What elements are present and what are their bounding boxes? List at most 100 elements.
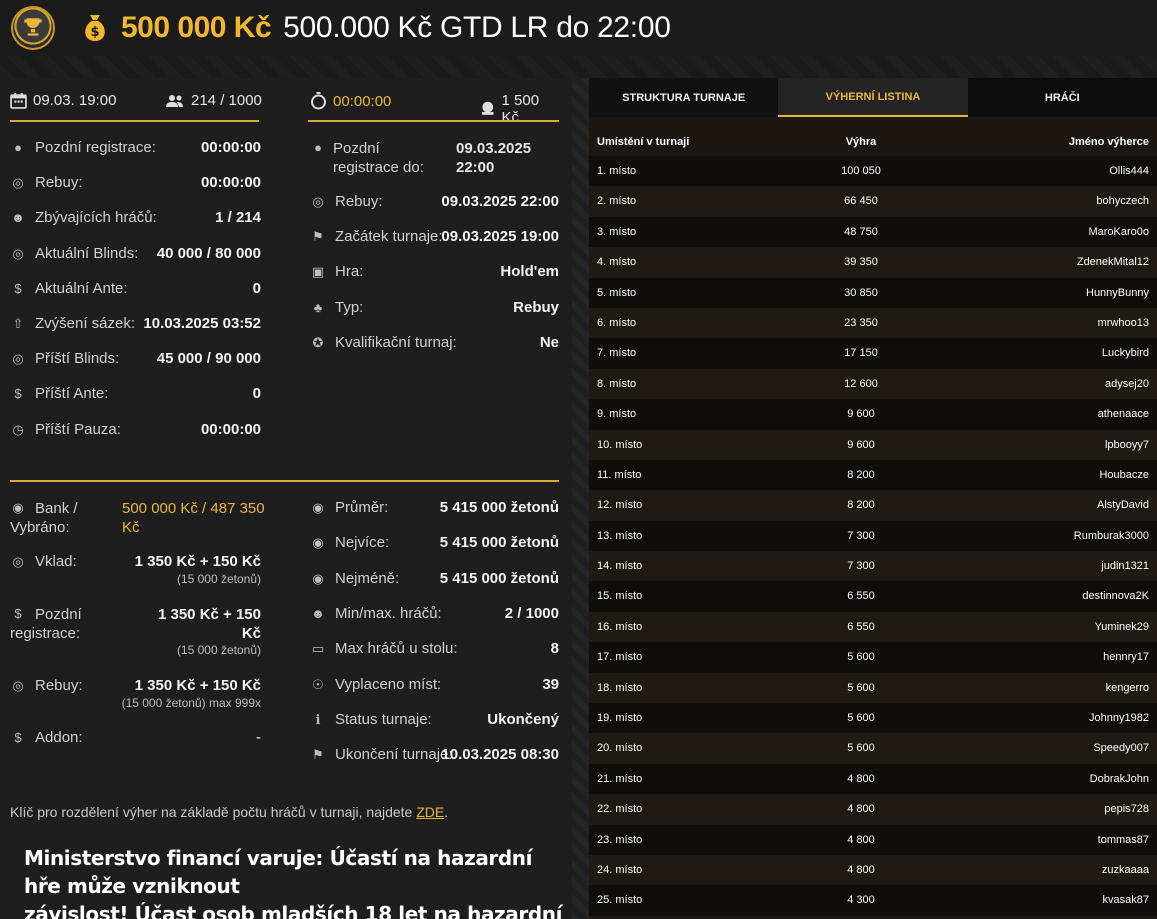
late-reg-price-label: Pozdní registrace:: [10, 606, 82, 642]
svg-text:$: $: [90, 25, 99, 40]
user-icon: ●: [314, 140, 322, 155]
place-cell: 6. místo: [597, 316, 637, 329]
info-value: 8: [550, 640, 559, 658]
dollar-icon: $: [14, 280, 22, 296]
divider: [10, 480, 559, 482]
winner-cell: DobrakJohn: [1089, 772, 1149, 785]
info-value: 0: [252, 279, 261, 297]
prize-cell: 4 800: [847, 772, 875, 785]
summary-bar: 09.03. 19:00 214 / 1000 00:00:00 1 500 K…: [10, 86, 559, 126]
place-cell: 11. místo: [597, 468, 642, 481]
page-header: $ 500 000 Kč 500.000 Kč GTD LR do 22:00: [0, 0, 1157, 56]
prize-cell: 4 800: [847, 833, 875, 846]
place-cell: 1. místo: [597, 165, 637, 177]
info-row: ▣ Hra:: [310, 263, 364, 283]
late-reg-label: Pozdní registrace do:: [333, 140, 424, 176]
info-value: 5 415 000 žetonů: [439, 569, 559, 587]
flag-icon: ⚑: [312, 229, 324, 245]
prize-cell: 5 600: [847, 651, 875, 664]
col-header-winner: Jméno výherce: [1068, 136, 1149, 148]
prize-cell: 4 300: [847, 894, 875, 907]
rebuy-price-sub: (15 000 žetonů) max 999x: [121, 696, 261, 710]
winner-cell: mrwhoo13: [1097, 316, 1149, 329]
winner-cell: lpbooyy7: [1104, 438, 1149, 451]
table-header: Umístění v turnaji Výhra Jméno výherce: [589, 130, 1157, 154]
winner-cell: kvasak87: [1102, 894, 1149, 907]
winner-cell: hennry17: [1103, 651, 1149, 664]
users-icon: ☻: [311, 605, 325, 621]
table-row: 18. místo 5 600 kengerro: [589, 672, 1157, 704]
info-value: 5 415 000 žetonů: [439, 534, 559, 552]
table-row: 2. místo 66 450 bohyczech: [589, 186, 1157, 217]
clubs-icon: ♣: [313, 299, 323, 315]
coins-icon: ◎: [312, 194, 324, 209]
place-cell: 21. místo: [597, 772, 643, 785]
page-title: 500.000 Kč GTD LR do 22:00: [283, 11, 671, 44]
prize-cell: 8 200: [847, 468, 875, 481]
table-row: 13. místo 7 300 Rumburak3000: [589, 520, 1157, 552]
prize-cell: 8 200: [847, 499, 875, 512]
chip-icon: ◉: [312, 570, 324, 586]
bank-value: 500 000 Kč / 487 350 Kč: [122, 500, 265, 536]
gambling-warning: Ministerstvo financí varuje: Účastí na h…: [24, 846, 563, 919]
info-value: 40 000 / 80 000: [156, 244, 261, 262]
table-row: 20. místo 5 600 Speedy007: [589, 733, 1157, 764]
table-row: 3. místo 48 750 MaroKaro0o: [589, 216, 1157, 248]
info-row: ◎ Aktuální Blinds:: [10, 245, 138, 265]
player-count: 214 / 1000: [165, 92, 262, 109]
winner-cell: kengerro: [1105, 681, 1149, 694]
place-cell: 9. místo: [597, 408, 637, 421]
info-label: Max hráčů u stolu:: [335, 640, 458, 658]
info-value: 10.03.2025 03:52: [143, 315, 261, 332]
dollar-icon: $: [14, 730, 22, 745]
payout-key-link[interactable]: ZDE: [416, 804, 444, 820]
prize-cell: 4 800: [847, 803, 875, 816]
info-value: Ukončený: [487, 710, 559, 728]
winner-cell: MaroKaro0o: [1088, 225, 1149, 238]
table-row: 4. místo 39 350 ZdenekMital12: [589, 247, 1157, 278]
flag-icon: ⚑: [312, 747, 324, 763]
coins-icon: ◎: [12, 245, 24, 261]
tab-structure[interactable]: STRUKTURA TURNAJE: [589, 78, 779, 117]
table-row: 22. místo 4 800 pepis728: [589, 794, 1157, 825]
info-label: Průměr:: [335, 499, 389, 516]
winner-cell: Yuminek29: [1094, 620, 1149, 633]
info-label: Rebuy:: [335, 193, 383, 210]
info-value: 09.03.2025 22:00: [441, 193, 559, 210]
info-label: Min/max. hráčů:: [335, 604, 442, 622]
coins-icon: ◎: [12, 175, 24, 191]
place-cell: 16. místo: [597, 620, 643, 633]
tab-payouts[interactable]: VÝHERNÍ LISTINA: [778, 78, 968, 117]
info-label: Pozdní registrace:: [35, 139, 156, 156]
info-row: ℹ Status turnaje:: [310, 711, 432, 731]
table-row: 19. místo 5 600 Johnny1982: [589, 703, 1157, 734]
place-cell: 15. místo: [597, 590, 643, 603]
timer: 00:00:00: [310, 92, 391, 110]
winner-cell: Rumburak3000: [1073, 529, 1149, 542]
table-row: 24. místo 4 800 zuzkaaaa: [589, 854, 1157, 886]
info-icon: ℹ: [315, 711, 321, 727]
tab-players[interactable]: HRÁČI: [967, 78, 1157, 117]
addon-value: -: [256, 729, 261, 746]
info-value: 09.03.2025 19:00: [441, 228, 559, 246]
divider: [308, 120, 559, 122]
info-row: ◷ Příští Pauza:: [10, 421, 121, 441]
table-icon: ▭: [311, 641, 325, 657]
info-value: 5 415 000 žetonů: [439, 499, 559, 516]
info-label: Rebuy:: [35, 174, 83, 192]
info-row: $ Aktuální Ante:: [10, 280, 127, 300]
info-label: Začátek turnaje:: [335, 228, 443, 246]
place-cell: 13. místo: [597, 529, 643, 542]
winner-cell: destinnova2K: [1082, 590, 1149, 603]
clock-icon: ◷: [12, 421, 24, 437]
prize-cell: 4 800: [847, 863, 875, 876]
table-row: 14. místo 7 300 judin1321: [589, 551, 1157, 582]
coins-icon: ◎: [12, 351, 24, 367]
info-row: ▭ Max hráčů u stolu:: [310, 640, 458, 660]
coins-icon: ◎: [12, 554, 24, 569]
prize-cell: 23 350: [844, 316, 878, 329]
col-header-place: Umístění v turnaji: [597, 136, 690, 148]
payout-table: 1. místo 100 050 Ollis444 2. místo 66 450 boh…: [589, 156, 1157, 916]
winner-cell: zuzkaaaa: [1101, 863, 1149, 876]
info-label: Status turnaje:: [335, 710, 432, 728]
